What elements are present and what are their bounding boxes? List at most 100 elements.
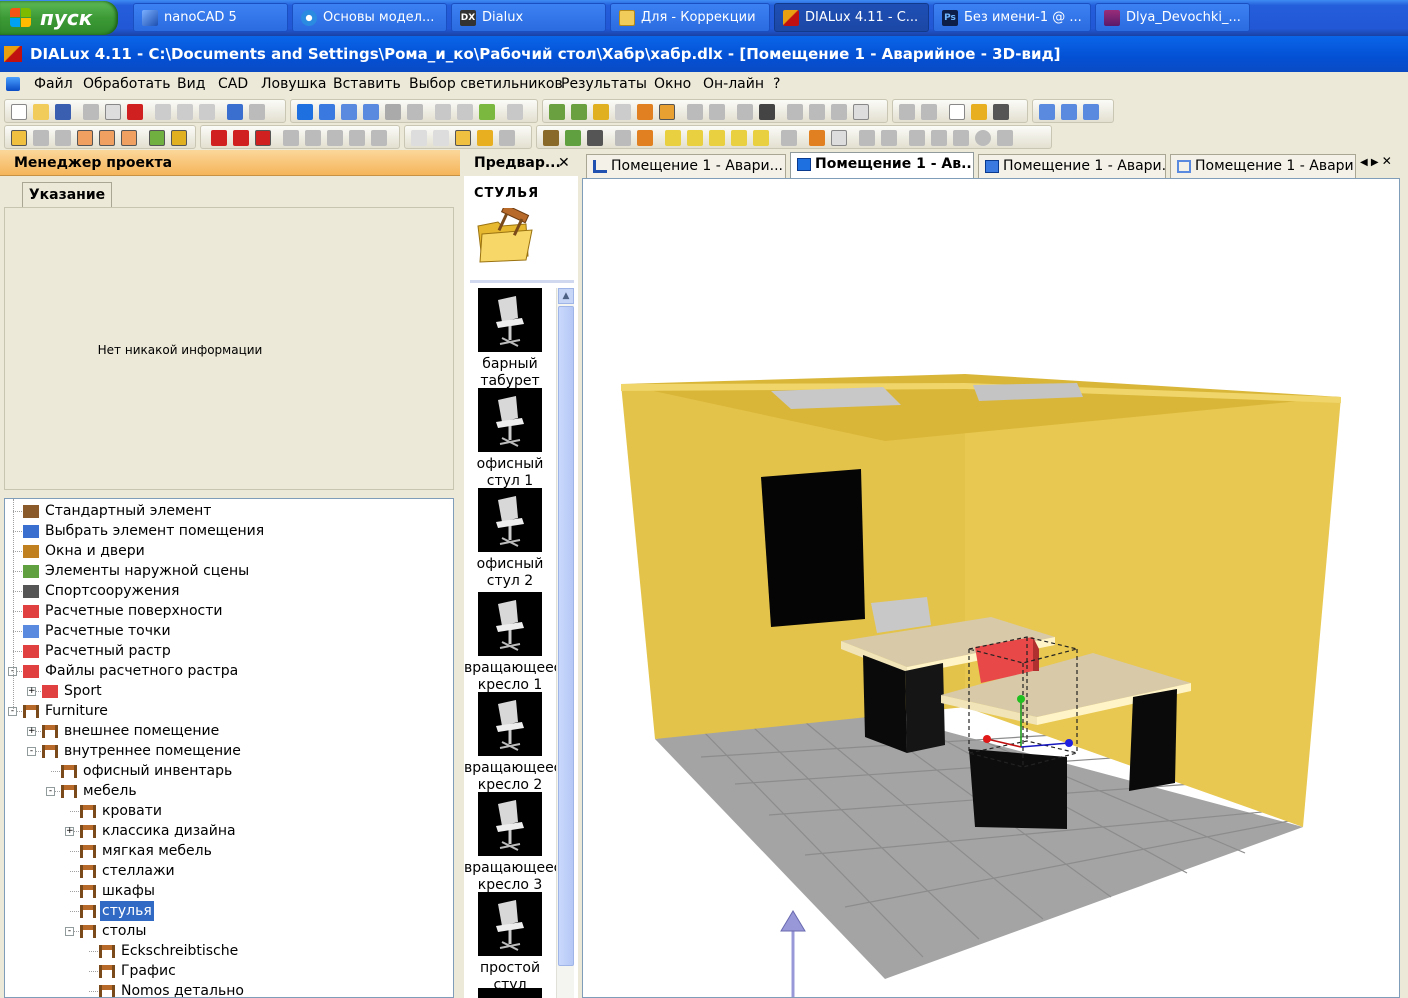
light-scenes-icon[interactable] [659,104,675,120]
area-icon[interactable] [831,130,847,146]
video-icon[interactable] [993,104,1009,120]
sphere-icon[interactable] [709,130,725,146]
menu-cad[interactable]: CAD [218,76,248,92]
stair-icon[interactable] [881,130,897,146]
luminaire-single-icon[interactable] [637,104,653,120]
taskbar-item-dialux-help[interactable]: DX Dialux [451,3,606,32]
preview-item[interactable]: вращающееся кресло 2 [464,692,556,794]
calculator-icon[interactable] [899,104,915,120]
pan-tool-icon[interactable] [55,130,71,146]
snap-5-icon[interactable] [305,130,321,146]
luminaire-line-icon[interactable] [593,104,609,120]
wand-icon[interactable] [759,104,775,120]
menu-online[interactable]: Он-лайн [703,76,764,92]
preview-scrollbar[interactable]: ▲ [556,288,574,998]
zoom-window-icon[interactable] [407,104,423,120]
tab-3d-view[interactable]: Помещение 1 - Ав... [790,152,974,179]
taskbar-item-folder[interactable]: Для - Коррекции [610,3,770,32]
taskbar-item-dialux[interactable]: DIALux 4.11 - C... [774,3,929,32]
snap-4-icon[interactable] [283,130,299,146]
luminaire-circle-icon[interactable] [615,104,631,120]
unlink-icon[interactable] [457,104,473,120]
prism-icon[interactable] [731,130,747,146]
preview-item[interactable]: простой стул [464,892,556,994]
select-pointer-icon[interactable] [11,130,27,146]
view-options-icon[interactable] [385,104,401,120]
calc-grid-icon[interactable] [787,104,803,120]
select-tool-icon[interactable] [33,130,49,146]
snap-1-icon[interactable] [211,130,227,146]
rotate-icon[interactable] [687,104,703,120]
expand-icon[interactable]: + [27,687,36,696]
open-folder-icon[interactable] [33,104,49,120]
furniture-folder-icon[interactable] [476,208,534,264]
floorplan-view-icon[interactable] [319,104,335,120]
extrusion-icon[interactable] [753,130,769,146]
arrow-icon[interactable] [411,130,427,146]
tab-hint[interactable]: Указание [22,182,112,208]
grid-icon[interactable] [997,130,1013,146]
menu-help[interactable]: ? [773,76,780,92]
side-view-icon[interactable] [341,104,357,120]
zoom-icon[interactable] [433,130,449,146]
tile-horizontal-icon[interactable] [1061,104,1077,120]
select-mode-5-icon[interactable] [171,130,187,146]
scroll-up-icon[interactable]: ▲ [558,288,574,304]
select-mode-3-icon[interactable] [121,130,137,146]
start-button[interactable]: пуск [0,1,118,35]
close-icon[interactable]: ✕ [558,150,570,176]
cube-icon[interactable] [665,130,681,146]
taskbar-item-ie[interactable]: Основы модел... [292,3,447,32]
save-icon[interactable] [55,104,71,120]
pdf-icon[interactable] [127,104,143,120]
align-icon[interactable] [737,104,753,120]
hand-icon[interactable] [477,130,493,146]
tile-vertical-icon[interactable] [1083,104,1099,120]
redo-icon[interactable] [249,104,265,120]
wizard-icon[interactable] [1039,104,1055,120]
ceiling-element-icon[interactable] [781,130,797,146]
menu-app-icon[interactable] [6,77,20,91]
luminaire-icon[interactable] [549,104,565,120]
luminaire-field-icon[interactable] [571,104,587,120]
select-mode-1-icon[interactable] [77,130,93,146]
menu-window[interactable]: Окно [654,76,691,92]
preview-item[interactable]: вращающееся кресло 1 [464,592,556,694]
expand-icon[interactable]: + [65,827,74,836]
group-icon[interactable] [479,104,495,120]
furniture-icon[interactable] [543,130,559,146]
front-view-icon[interactable] [363,104,379,120]
print-preview-icon[interactable] [105,104,121,120]
snap-3-icon[interactable] [255,130,271,146]
collapse-icon[interactable]: - [27,747,36,756]
tab-scroll-left-icon[interactable]: ◀ [1360,157,1368,168]
tab-close-icon[interactable]: ✕ [1382,154,1392,168]
paste-icon[interactable] [199,104,215,120]
plant-icon[interactable] [565,130,581,146]
walk-icon[interactable] [499,130,515,146]
3d-view-icon[interactable] [297,104,313,120]
cylinder-icon[interactable] [687,130,703,146]
table-icon[interactable] [615,130,631,146]
preview-item[interactable]: вращающееся кресло 3 [464,792,556,894]
preview-item[interactable]: офисный стул 2 [464,488,556,590]
polyline-icon[interactable] [931,130,947,146]
calc-surface-icon[interactable] [831,104,847,120]
collapse-icon[interactable]: - [65,927,74,936]
calc-points-icon[interactable] [809,104,825,120]
search-result-icon[interactable] [971,104,987,120]
collapse-icon[interactable]: - [46,787,55,796]
window-element-icon[interactable] [637,130,653,146]
measure-icon[interactable] [909,130,925,146]
undo-icon[interactable] [227,104,243,120]
document-icon[interactable] [949,104,965,120]
navigation-axis-arrow[interactable] [780,910,806,998]
texture-icon[interactable] [809,130,825,146]
room-3d-scene[interactable] [583,179,1400,998]
tab-scroll-right-icon[interactable]: ▶ [1371,157,1379,168]
menu-results[interactable]: Результаты [561,76,647,92]
tab-front-view[interactable]: Помещение 1 - Авари... [1170,154,1356,178]
menu-luminaire-selection[interactable]: Выбор светильников [409,76,563,92]
3d-viewport[interactable] [582,178,1400,998]
scroll-thumb[interactable] [558,306,574,966]
